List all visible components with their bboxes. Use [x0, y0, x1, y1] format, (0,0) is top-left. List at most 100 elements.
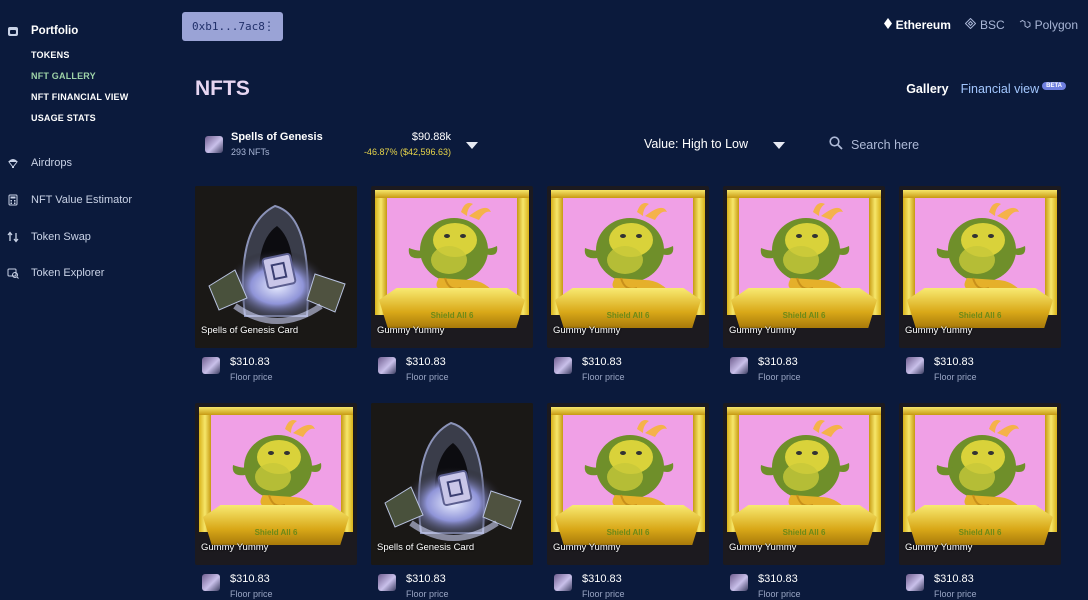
floor-price-label: Floor price — [758, 372, 801, 382]
collection-name: Spells of Genesis — [231, 131, 323, 143]
sidebar-subitem-usage-stats[interactable]: USAGE STATS — [31, 113, 96, 123]
more-vertical-icon[interactable]: ⋮ — [263, 19, 275, 33]
floor-price-label: Floor price — [230, 589, 273, 599]
nft-card[interactable]: Shield All 6 Gummy Yummy $310.83 Floor pri… — [723, 403, 885, 600]
dragon-artwork — [760, 420, 850, 513]
nft-card[interactable]: Shield All 6 Gummy Yummy $310.83 Floor pri… — [899, 403, 1061, 600]
chain-label: Polygon — [1034, 18, 1078, 32]
dragon-artwork — [936, 420, 1026, 513]
nft-image — [371, 403, 533, 565]
nft-card[interactable]: Spells of Genesis Card $310.83 Floor price — [195, 186, 357, 402]
nft-card[interactable]: Shield All 6 Gummy Yummy $310.83 Floor pri… — [723, 186, 885, 402]
sidebar-item-label: NFT Value Estimator — [31, 193, 133, 206]
nft-price: $310.83 — [406, 356, 446, 368]
card-banner-text: Shield All 6 — [254, 528, 298, 537]
tab-gallery[interactable]: Gallery — [906, 82, 948, 96]
chevron-down-icon — [466, 142, 478, 149]
nft-image: Shield All 6 — [899, 186, 1061, 348]
tab-financial-view[interactable]: Financial view BETA — [961, 82, 1066, 96]
collection-thumbnail — [205, 136, 223, 153]
chain-ethereum[interactable]: Ethereum — [883, 18, 951, 32]
dragon-artwork — [760, 203, 850, 296]
nft-card[interactable]: Shield All 6 Gummy Yummy $310.83 Floor pri… — [547, 186, 709, 402]
nft-card[interactable]: Shield All 6 Gummy Yummy $310.83 Floor pri… — [547, 403, 709, 600]
nft-card[interactable]: Shield All 6 Gummy Yummy $310.83 Floor pri… — [371, 186, 533, 402]
floor-price-label: Floor price — [758, 589, 801, 599]
ethereum-icon — [883, 18, 892, 32]
wallet-address-button[interactable]: 0xb1...7ac8 ⋮ — [182, 12, 283, 41]
chain-bsc[interactable]: BSC — [964, 17, 1005, 32]
collection-thumbnail — [554, 357, 572, 374]
nft-price: $310.83 — [582, 356, 622, 368]
sidebar-item-token-explorer[interactable]: Token Explorer — [6, 266, 104, 279]
sidebar-subitem-nft-gallery[interactable]: NFT GALLERY — [31, 71, 96, 81]
sidebar-item-portfolio[interactable]: Portfolio — [6, 24, 78, 37]
card-banner-text: Shield All 6 — [782, 528, 826, 537]
nft-image: Shield All 6 — [371, 186, 533, 348]
sidebar-item-nft-value-estimator[interactable]: NFT Value Estimator — [6, 193, 132, 206]
floor-price-label: Floor price — [406, 589, 449, 599]
tab-label: Financial view — [960, 82, 1040, 96]
nft-image: Shield All 6 — [547, 186, 709, 348]
collection-selector[interactable]: Spells of Genesis 293 NFTs $90.88k -46.8… — [203, 131, 479, 161]
chain-selector: Ethereum BSC Polygon — [883, 17, 1078, 32]
nft-name: Spells of Genesis Card — [377, 542, 475, 553]
card-banner-text: Shield All 6 — [606, 311, 650, 320]
nft-name: Gummy Yummy — [729, 542, 797, 553]
chain-label: Ethereum — [895, 18, 951, 32]
nft-name: Gummy Yummy — [905, 542, 973, 553]
nft-image: Shield All 6 — [547, 403, 709, 565]
sidebar-item-label: Airdrops — [31, 156, 72, 169]
nft-card[interactable]: Spells of Genesis Card $310.83 Floor price — [371, 403, 533, 600]
swap-icon — [6, 230, 19, 243]
card-banner-text: Shield All 6 — [958, 528, 1002, 537]
dragon-artwork — [936, 203, 1026, 296]
sort-label: Value: High to Low — [644, 137, 748, 151]
nft-image — [195, 186, 357, 348]
search-icon — [829, 135, 843, 155]
collection-count: 293 NFTs — [231, 147, 270, 157]
floor-price-label: Floor price — [582, 372, 625, 382]
nft-card[interactable]: Shield All 6 Gummy Yummy $310.83 Floor pri… — [899, 186, 1061, 402]
chain-label: BSC — [979, 18, 1005, 32]
nft-name: Gummy Yummy — [201, 542, 269, 553]
dragon-artwork — [232, 420, 322, 513]
page-title: NFTS — [195, 77, 250, 100]
nft-name: Spells of Genesis Card — [201, 325, 299, 336]
collection-thumbnail — [378, 357, 396, 374]
hooded-figure-artwork — [195, 186, 357, 348]
floor-price-label: Floor price — [406, 372, 449, 382]
floor-price-label: Floor price — [230, 372, 273, 382]
nft-name: Gummy Yummy — [553, 325, 621, 336]
search-input[interactable] — [851, 138, 971, 152]
explorer-icon — [6, 266, 19, 279]
sidebar-subitem-nft-financial-view[interactable]: NFT FINANCIAL VIEW — [31, 92, 128, 102]
sidebar-item-airdrops[interactable]: Airdrops — [6, 156, 72, 169]
wallet-icon — [6, 24, 19, 37]
nft-price: $310.83 — [230, 573, 270, 585]
nft-price: $310.83 — [934, 573, 974, 585]
hooded-figure-artwork — [371, 403, 533, 565]
sort-dropdown[interactable]: Value: High to Low — [644, 137, 748, 151]
collection-thumbnail — [202, 574, 220, 591]
chain-polygon[interactable]: Polygon — [1019, 18, 1078, 32]
app-root: Portfolio TOKENS NFT GALLERY NFT FINANCI… — [0, 0, 1088, 600]
nft-price: $310.83 — [758, 356, 798, 368]
collection-thumbnail — [730, 574, 748, 591]
sidebar-item-label: Token Explorer — [31, 266, 105, 279]
floor-price-label: Floor price — [934, 589, 977, 599]
chevron-down-icon[interactable] — [773, 142, 785, 149]
sidebar-item-token-swap[interactable]: Token Swap — [6, 230, 91, 243]
nft-image: Shield All 6 — [195, 403, 357, 565]
nft-card[interactable]: Shield All 6 Gummy Yummy $310.83 Floor pri… — [195, 403, 357, 600]
calculator-icon — [6, 193, 19, 206]
collection-thumbnail — [202, 357, 220, 374]
collection-thumbnail — [906, 357, 924, 374]
dragon-artwork — [584, 420, 674, 513]
nft-name: Gummy Yummy — [553, 542, 621, 553]
nft-image: Shield All 6 — [723, 403, 885, 565]
sidebar-subitem-tokens[interactable]: TOKENS — [31, 50, 70, 60]
sidebar-item-label: Token Swap — [31, 230, 91, 243]
nft-image: Shield All 6 — [899, 403, 1061, 565]
dragon-artwork — [584, 203, 674, 296]
